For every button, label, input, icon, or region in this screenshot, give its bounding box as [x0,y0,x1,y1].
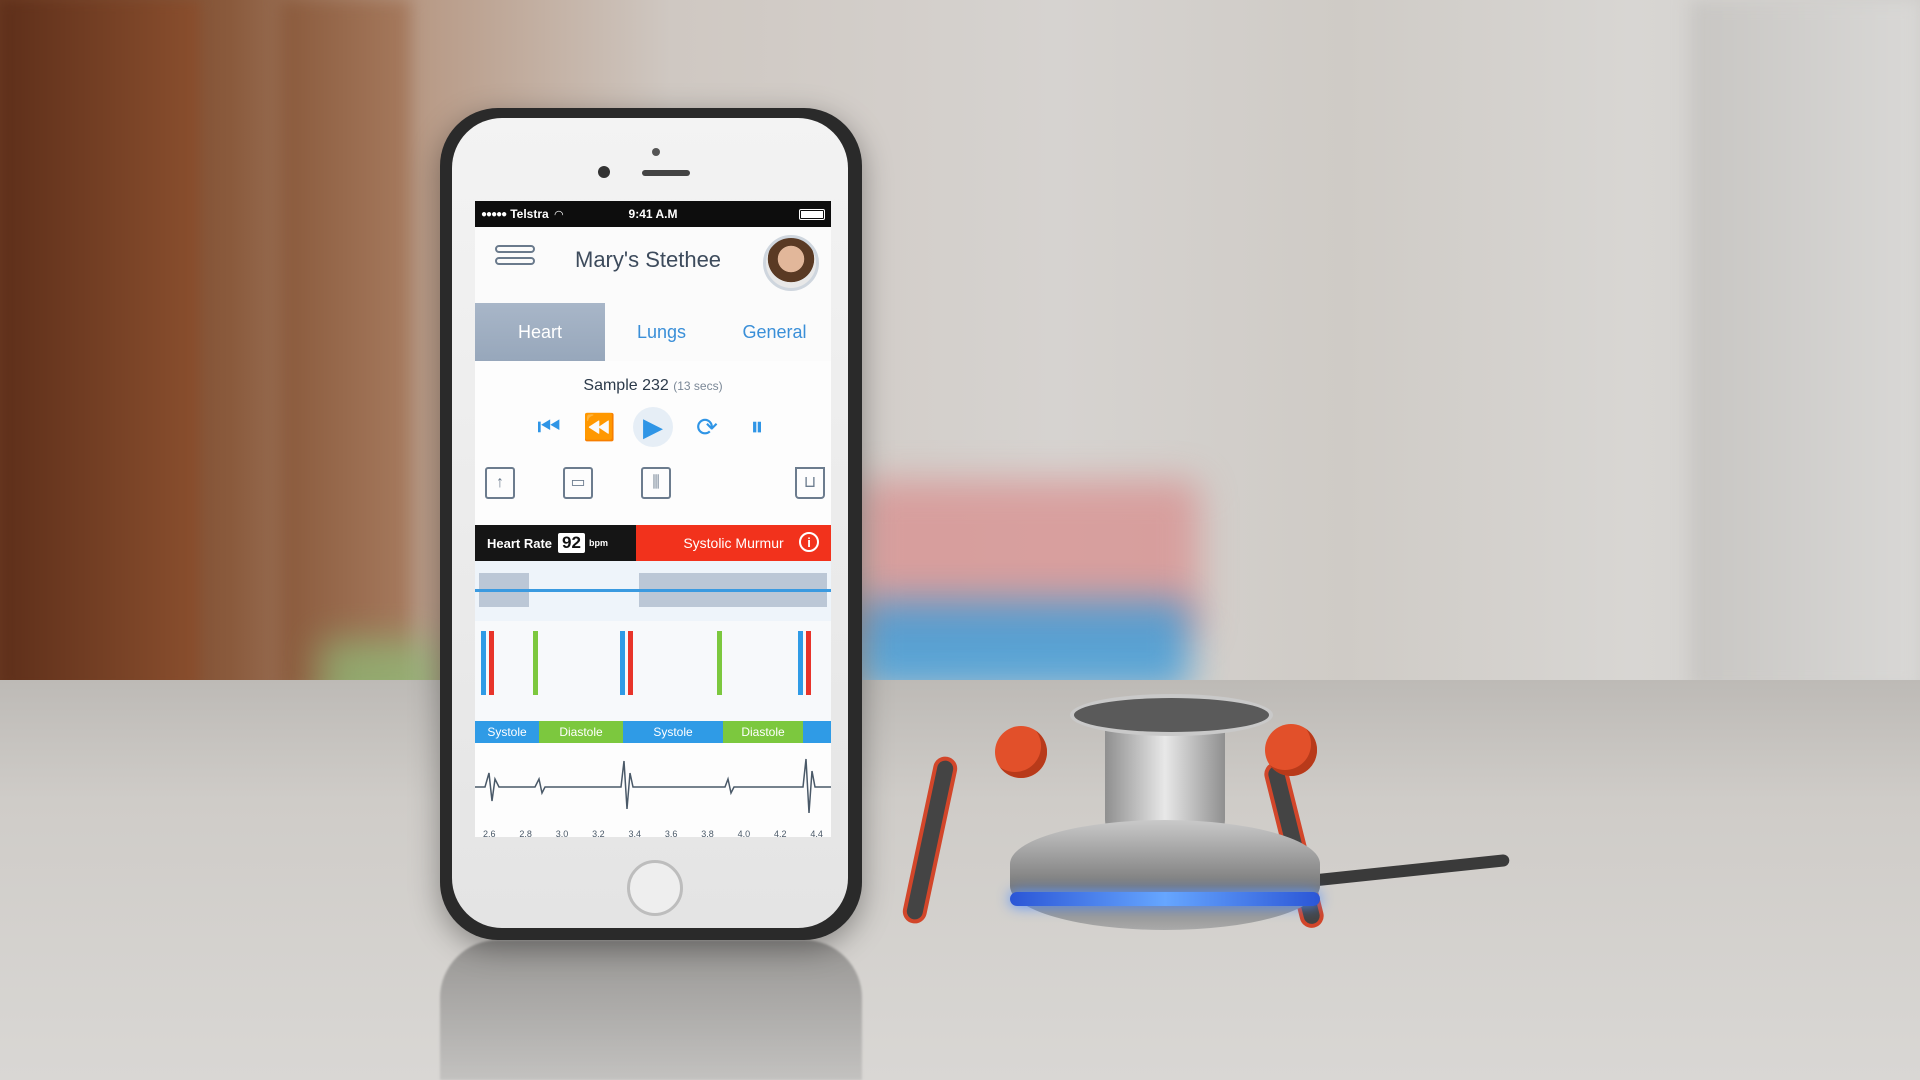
stethoscope-glow-ring [1010,892,1320,906]
stethoscope-base [1010,820,1320,930]
axis-tick: 3.0 [555,829,569,837]
table-surface [0,680,1920,1080]
tab-general[interactable]: General [718,303,831,361]
background-door [0,0,200,690]
status-bar: ●●●●● Telstra ◠ 9:41 A.M [475,201,831,227]
axis-tick: 4.4 [810,829,823,837]
heart-sound-markers [475,621,831,721]
front-camera [598,166,610,178]
signal-strength-icon: ●●●●● [481,208,507,220]
heart-rate-value: 92 [558,533,585,553]
earpiece-speaker [642,170,690,176]
axis-tick: 3.2 [592,829,605,837]
background-door [280,0,410,690]
s1-marker [481,631,486,695]
playback-controls: ⏮ ⏪ ▶ ⟳ ⏸ [475,407,831,447]
background-wall [1690,0,1920,690]
proximity-sensor [652,148,660,156]
cardiac-phases: Systole Diastole Systole Diastole [475,721,831,743]
time-axis: 2.6 2.8 3.0 3.2 3.4 3.6 3.8 4.0 4.2 4.4 [483,829,823,837]
axis-tick: 4.2 [774,829,787,837]
s1-marker [806,631,811,695]
axis-tick: 2.6 [483,829,496,837]
s1-marker [628,631,633,695]
axis-tick: 3.8 [701,829,714,837]
stethoscope-diaphragm [1070,694,1273,736]
phone-reflection [440,940,862,1080]
tab-bar: Heart Lungs General [475,303,831,361]
heart-rate-panel: Heart Rate 92 bpm [475,525,636,561]
home-button[interactable] [627,860,683,916]
pause-button[interactable]: ⏸ [741,411,773,443]
phase-diastole: Diastole [723,721,803,743]
diagnosis-panel[interactable]: Systolic Murmur i [636,525,831,561]
right-earbud [1265,724,1317,776]
axis-tick: 3.6 [664,829,678,837]
photo-background [0,0,1920,1080]
phase-systole: Systole [623,721,723,743]
phase-diastole: Diastole [539,721,623,743]
s1-marker [620,631,625,695]
battery-icon [799,208,825,220]
tab-lungs[interactable]: Lungs [605,303,718,361]
left-earbud [995,726,1047,778]
save-icon[interactable]: ▭ [563,467,593,499]
app-title: Mary's Stethee [575,247,722,272]
loop-button[interactable]: ⟳ [691,412,723,443]
play-button[interactable]: ▶ [633,407,673,447]
heart-rate-label: Heart Rate [487,535,553,551]
waveform-overview[interactable] [475,561,831,621]
rewind-button[interactable]: ⏪ [583,412,615,443]
phase-systole-partial [803,721,831,743]
skip-back-button[interactable]: ⏮ [533,411,565,443]
phonocardiogram-trace [475,758,831,814]
carrier-name: Telstra [510,207,549,221]
s1-marker [489,631,494,695]
phonocardiogram[interactable]: 2.6 2.8 3.0 3.2 3.4 3.6 3.8 4.0 4.2 4.4 [475,743,831,837]
sample-duration: (13 secs) [673,379,723,393]
share-icon[interactable]: ↑ [485,467,515,499]
tab-heart[interactable]: Heart [475,303,605,361]
app-header: Mary's Stethee [475,227,831,303]
trash-icon[interactable]: ⊔ [795,467,825,499]
heart-rate-unit: bpm [588,538,608,548]
info-icon[interactable]: i [799,532,819,552]
sample-info: Sample 232 (13 secs) [475,377,831,395]
tool-row: ↑ ▭ ⫼ ⊔ [475,459,831,519]
phase-systole: Systole [475,721,539,743]
profile-avatar[interactable] [763,235,819,291]
axis-tick: 3.4 [628,829,642,837]
menu-icon[interactable] [495,245,535,273]
background-object [860,600,1190,690]
diagnosis-label: Systolic Murmur [683,535,784,551]
analysis-bar: Heart Rate 92 bpm Systolic Murmur i [475,525,831,561]
s1-marker [798,631,803,695]
sample-label: Sample 232 [583,377,669,394]
equalizer-icon[interactable]: ⫼ [641,467,671,499]
waveform-line [475,589,831,592]
axis-tick: 2.8 [519,829,532,837]
s2-marker [717,631,722,695]
app-screen: ●●●●● Telstra ◠ 9:41 A.M Mary's Stethee … [475,201,831,837]
wifi-icon: ◠ [554,208,564,221]
axis-tick: 4.0 [737,829,751,837]
s2-marker [533,631,538,695]
